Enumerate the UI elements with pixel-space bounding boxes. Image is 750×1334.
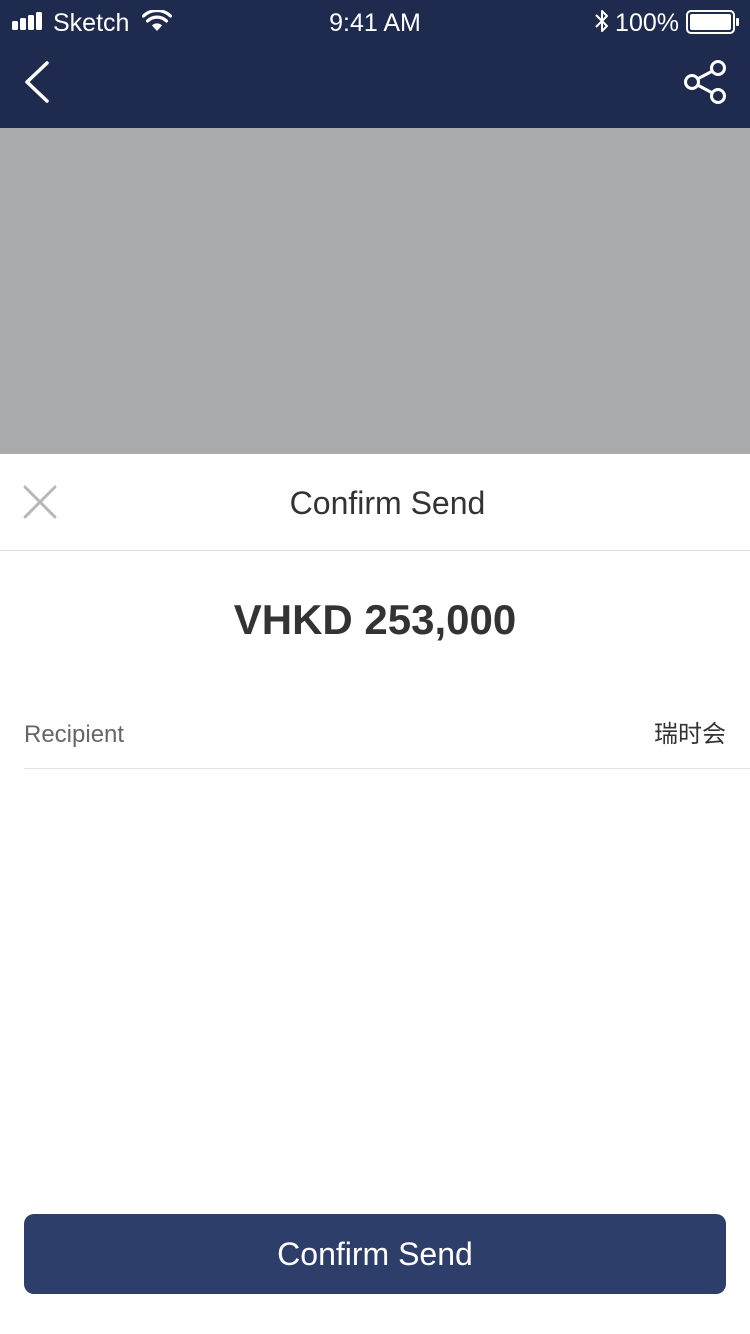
bluetooth-icon <box>595 10 608 32</box>
sheet-title: Confirm Send <box>289 485 486 521</box>
send-amount: VHKD 253,000 <box>233 596 517 643</box>
recipient-row: Recipient 瑞时会 <box>24 704 750 769</box>
share-icon[interactable] <box>682 60 728 104</box>
confirm-send-button[interactable]: Confirm Send <box>24 1214 726 1294</box>
top-bar: Sketch 9:41 AM 100% <box>0 0 750 128</box>
recipient-value: 瑞时会 <box>654 721 726 748</box>
battery-percent: 100% <box>615 9 679 37</box>
confirm-send-sheet: Confirm Send VHKD 253,000 Recipient 瑞时会 … <box>0 454 750 1334</box>
sheet-header: Confirm Send <box>0 454 750 551</box>
battery-icon <box>686 10 739 34</box>
modal-backdrop[interactable] <box>0 128 750 454</box>
recipient-label: Recipient <box>24 721 125 748</box>
status-bar: Sketch 9:41 AM 100% <box>0 0 750 44</box>
chevron-left-icon[interactable] <box>18 58 58 106</box>
